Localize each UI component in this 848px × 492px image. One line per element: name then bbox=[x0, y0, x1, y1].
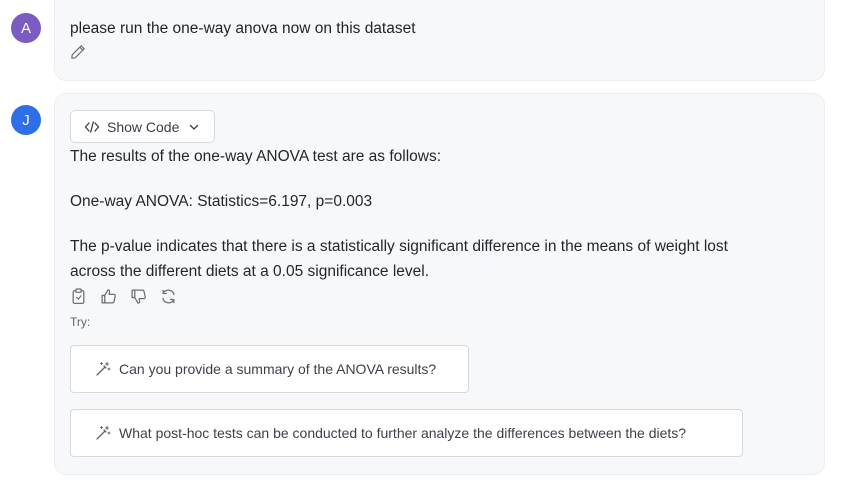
regenerate-icon[interactable] bbox=[160, 288, 177, 305]
user-message-text: please run the one-way anova now on this… bbox=[70, 20, 416, 37]
message-actions bbox=[70, 288, 177, 305]
response-line-interpretation-cont: across the different diets at a 0.05 sig… bbox=[70, 263, 430, 280]
show-code-button[interactable]: Show Code bbox=[70, 110, 215, 143]
pencil-icon[interactable] bbox=[70, 44, 86, 60]
chevron-down-icon bbox=[190, 124, 199, 130]
copy-icon[interactable] bbox=[70, 288, 87, 305]
suggestion-button-summary[interactable]: Can you provide a summary of the ANOVA r… bbox=[70, 345, 469, 393]
assistant-avatar: J bbox=[11, 105, 41, 135]
assistant-avatar-letter: J bbox=[22, 111, 30, 129]
suggestion-label: What post-hoc tests can be conducted to … bbox=[119, 425, 687, 441]
user-avatar-letter: A bbox=[20, 19, 31, 37]
response-line-intro: The results of the one-way ANOVA test ar… bbox=[70, 148, 442, 165]
user-message-bubble bbox=[54, 0, 825, 81]
suggestion-button-post-hoc[interactable]: What post-hoc tests can be conducted to … bbox=[70, 409, 743, 457]
user-avatar: A bbox=[11, 13, 41, 43]
suggestion-label: Can you provide a summary of the ANOVA r… bbox=[119, 361, 437, 377]
code-icon bbox=[84, 120, 100, 133]
show-code-label: Show Code bbox=[107, 118, 180, 135]
chat-thread: A please run the one-way anova now on th… bbox=[0, 0, 848, 492]
thumbs-up-icon[interactable] bbox=[100, 288, 117, 305]
response-line-interpretation: The p-value indicates that there is a st… bbox=[70, 238, 728, 255]
magic-wand-icon bbox=[96, 361, 111, 376]
response-line-result: One-way ANOVA: Statistics=6.197, p=0.003 bbox=[70, 193, 373, 210]
magic-wand-icon bbox=[96, 425, 111, 440]
try-label: Try: bbox=[70, 315, 91, 329]
thumbs-down-icon[interactable] bbox=[130, 288, 147, 305]
